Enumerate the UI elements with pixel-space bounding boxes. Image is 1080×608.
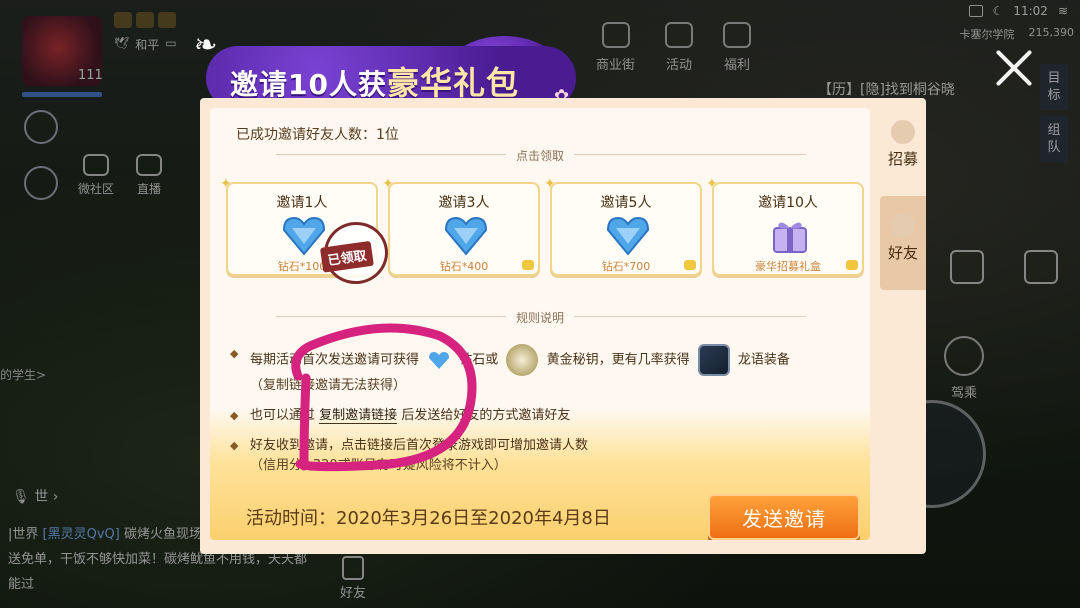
claim-label-text: 点击领取	[505, 149, 574, 163]
weapon-icon	[697, 344, 730, 376]
star-icon: ✦	[706, 176, 718, 192]
star-icon: ✦	[544, 176, 556, 192]
claim-label: 点击领取	[210, 147, 870, 164]
reward-item: 钻石*700	[601, 260, 651, 273]
diamond-heart-icon	[606, 216, 650, 256]
send-invite-button[interactable]: 发送邀请	[708, 494, 860, 540]
tab-friends-label: 好友	[887, 244, 918, 262]
diamond-icon	[429, 352, 450, 369]
close-icon[interactable]	[990, 44, 1038, 92]
golden-key-icon	[506, 344, 539, 376]
reward-list: ✦ 邀请1人 钻石*100 已领取 ✦ 邀请3人 钻石*400 ✦ 邀请5人 钻…	[220, 176, 864, 289]
star-icon: ✦	[382, 176, 394, 192]
claimed-stamp-text: 已领取	[319, 240, 374, 273]
butterfly-icon: ❧	[194, 28, 218, 61]
reward-card-1[interactable]: ✦ 邀请1人 钻石*100 已领取	[220, 176, 393, 289]
rule-text: 黄金秘钥，更有几率获得	[546, 352, 690, 368]
reward-item: 钻石*400	[439, 260, 489, 273]
rules-list: 每期活动首次发送邀请可获得 钻石或 黄金秘钥，更有几率获得 龙语装备 （复制链接…	[230, 344, 870, 486]
reward-card-3[interactable]: ✦ 邀请3人 钻石*400	[382, 176, 540, 276]
banner-title-highlight: 豪华礼包	[386, 64, 519, 102]
activity-time: 活动时间：2020年3月26日至2020年4月8日	[246, 508, 611, 529]
reward-title: 邀请3人	[438, 195, 490, 211]
friends-icon	[891, 214, 915, 238]
rule-note: （复制链接邀请无法获得）	[250, 378, 407, 393]
banner-title-prefix: 邀请10人获	[230, 68, 387, 101]
rule-text: 好友收到邀请，点击链接后首次登录游戏即可增加邀请人数	[250, 438, 589, 453]
invite-content: 已成功邀请好友人数：1位 点击领取 ✦ 邀请1人 钻石*100 已领取 ✦ 邀请…	[210, 108, 870, 540]
invite-count: 已成功邀请好友人数：1位	[236, 127, 399, 143]
tab-friends[interactable]: 好友	[880, 196, 926, 290]
person-plus-icon	[891, 120, 915, 144]
tab-recruit-label: 招募	[887, 150, 918, 168]
rule-text: 也可以通过	[250, 408, 316, 423]
rules-label-text: 规则说明	[505, 311, 574, 325]
rule-item: 每期活动首次发送邀请可获得 钻石或 黄金秘钥，更有几率获得 龙语装备 （复制链接…	[230, 344, 870, 396]
gift-box-icon	[773, 222, 807, 253]
rule-text: 后发送给好友的方式邀请好友	[401, 408, 571, 423]
diamond-heart-icon	[444, 216, 488, 256]
rule-item: 好友收到邀请，点击链接后首次登录游戏即可增加邀请人数 （信用分≤320或账号有可…	[230, 436, 870, 476]
rule-text: 龙语装备	[737, 352, 790, 368]
rule-text: 钻石或	[459, 352, 499, 368]
reward-item: 豪华招募礼盒	[755, 260, 821, 273]
claimed-stamp: 已领取	[319, 217, 393, 289]
invite-panel: 已成功邀请好友人数：1位 点击领取 ✦ 邀请1人 钻石*100 已领取 ✦ 邀请…	[200, 98, 926, 554]
star-icon: ✦	[220, 176, 232, 192]
reward-title: 邀请1人	[276, 195, 328, 211]
tab-recruit[interactable]: 招募	[880, 116, 926, 190]
reward-card-10[interactable]: ✦ 邀请10人 豪华招募礼盒	[706, 176, 864, 276]
reward-title: 邀请5人	[600, 195, 652, 211]
rule-text: 每期活动首次发送邀请可获得	[250, 352, 420, 368]
rules-label: 规则说明	[210, 309, 870, 326]
copy-invite-link[interactable]: 复制邀请链接	[319, 408, 398, 424]
coin-icon	[684, 260, 696, 270]
reward-card-5[interactable]: ✦ 邀请5人 钻石*700	[544, 176, 702, 276]
coin-icon	[846, 260, 858, 270]
rule-item: 也可以通过 复制邀请链接 后发送给好友的方式邀请好友	[230, 406, 870, 426]
coin-icon	[522, 260, 534, 270]
rule-note: （信用分≤320或账号有可疑风险将不计入）	[250, 458, 507, 473]
reward-title: 邀请10人	[758, 195, 818, 211]
